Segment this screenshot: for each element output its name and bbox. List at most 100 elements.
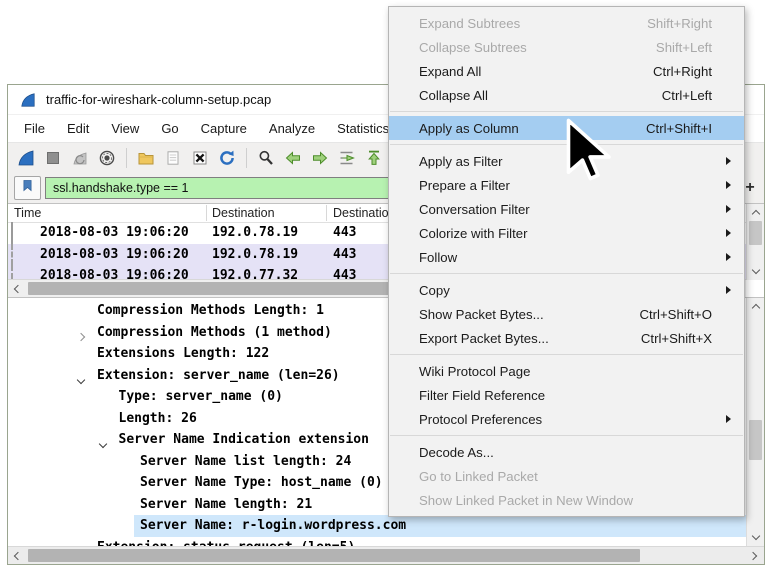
- scrollbar-thumb[interactable]: [28, 549, 640, 562]
- detail-row-text: Extension: status_request (len=5): [97, 537, 355, 547]
- menu-item-shortcut: Shift+Left: [656, 40, 734, 55]
- menu-item-label: Show Packet Bytes...: [419, 307, 544, 322]
- menu-item-shortcut: Ctrl+Right: [653, 64, 734, 79]
- menu-item-label: Follow: [419, 250, 457, 265]
- scrollbar-thumb[interactable]: [749, 221, 762, 245]
- go-forward-icon[interactable]: [310, 148, 330, 168]
- detail-row-text: Compression Methods Length: 1: [97, 300, 324, 322]
- detail-row-text: Server Name list length: 24: [140, 451, 351, 473]
- submenu-arrow-icon: [726, 286, 731, 294]
- toolbar-separator: [246, 148, 247, 168]
- expander-expanded-icon[interactable]: [78, 372, 84, 387]
- menu-item-colorize-with-filter[interactable]: Colorize with Filter: [389, 221, 744, 245]
- detail-row-text: Server Name: r-login.wordpress.com: [134, 515, 746, 537]
- scroll-left-icon[interactable]: [8, 280, 25, 297]
- expander-collapsed-icon[interactable]: [78, 329, 84, 344]
- menu-item-decode-as[interactable]: Decode As...: [389, 440, 744, 464]
- expander-expanded-icon[interactable]: [100, 436, 106, 451]
- menu-item-label: Export Packet Bytes...: [419, 331, 549, 346]
- open-file-icon[interactable]: [136, 148, 156, 168]
- detail-tree-row[interactable]: Extension: status_request (len=5): [8, 537, 746, 547]
- context-menu: Expand SubtreesShift+RightCollapse Subtr…: [388, 6, 745, 517]
- menu-item-label: Protocol Preferences: [419, 412, 542, 427]
- go-to-packet-icon[interactable]: [337, 148, 357, 168]
- wireshark-fin-start-icon[interactable]: [16, 148, 36, 168]
- cell-destination: 192.0.78.19: [212, 222, 298, 244]
- related-packet-marker: [11, 265, 13, 280]
- wireshark-logo-icon: [18, 90, 38, 110]
- submenu-arrow-icon: [726, 415, 731, 423]
- menu-item-label: Copy: [419, 283, 450, 298]
- cell-destination-port: 443: [333, 265, 356, 280]
- details-vertical-scrollbar[interactable]: [746, 298, 764, 546]
- menu-item-go-to-linked-packet[interactable]: Go to Linked Packet: [389, 464, 744, 488]
- scroll-right-icon[interactable]: [746, 547, 763, 564]
- filter-bookmark-button[interactable]: [14, 176, 41, 200]
- menu-item-apply-as-column[interactable]: Apply as ColumnCtrl+Shift+I: [389, 116, 744, 140]
- menubar-item-capture[interactable]: Capture: [190, 115, 258, 142]
- reload-file-icon[interactable]: [217, 148, 237, 168]
- column-header-time[interactable]: Time: [14, 204, 41, 222]
- restart-capture-icon[interactable]: [70, 148, 90, 168]
- menu-item-shortcut: Ctrl+Left: [662, 88, 734, 103]
- related-packet-marker: [11, 244, 13, 266]
- menu-item-label: Colorize with Filter: [419, 226, 527, 241]
- menu-item-collapse-subtrees[interactable]: Collapse SubtreesShift+Left: [389, 35, 744, 59]
- menu-item-protocol-preferences[interactable]: Protocol Preferences: [389, 407, 744, 431]
- menu-item-filter-field-reference[interactable]: Filter Field Reference: [389, 383, 744, 407]
- scroll-up-icon[interactable]: [747, 298, 764, 315]
- menu-item-collapse-all[interactable]: Collapse All Ctrl+Left: [389, 83, 744, 107]
- packet-list-vertical-scrollbar[interactable]: [746, 204, 764, 280]
- detail-tree-row[interactable]: Server Name: r-login.wordpress.com: [8, 515, 746, 537]
- menubar-item-view[interactable]: View: [100, 115, 150, 142]
- menu-item-copy[interactable]: Copy: [389, 278, 744, 302]
- find-packet-icon[interactable]: [256, 148, 276, 168]
- menu-item-follow[interactable]: Follow: [389, 245, 744, 269]
- menubar-item-analyze[interactable]: Analyze: [258, 115, 326, 142]
- scroll-down-icon[interactable]: [747, 529, 764, 546]
- menu-item-conversation-filter[interactable]: Conversation Filter: [389, 197, 744, 221]
- detail-row-text: Extension: server_name (len=26): [97, 365, 340, 387]
- menu-item-label: Wiki Protocol Page: [419, 364, 530, 379]
- capture-options-icon[interactable]: [97, 148, 117, 168]
- submenu-arrow-icon: [726, 157, 731, 165]
- menu-item-label: Show Linked Packet in New Window: [419, 493, 633, 508]
- menu-item-label: Collapse All: [419, 88, 488, 103]
- submenu-arrow-icon: [726, 229, 731, 237]
- details-horizontal-scrollbar[interactable]: [8, 546, 764, 564]
- stop-capture-icon[interactable]: [43, 148, 63, 168]
- scrollbar-thumb[interactable]: [749, 420, 762, 460]
- menu-item-expand-all[interactable]: Expand AllCtrl+Right: [389, 59, 744, 83]
- scroll-up-icon[interactable]: [747, 204, 764, 221]
- window-title: traffic-for-wireshark-column-setup.pcap: [46, 92, 271, 107]
- save-file-icon[interactable]: [163, 148, 183, 168]
- menu-item-show-linked-packet-in-new-window[interactable]: Show Linked Packet in New Window: [389, 488, 744, 512]
- menu-item-shortcut: Ctrl+Shift+X: [641, 331, 734, 346]
- menu-item-shortcut: Ctrl+Shift+I: [646, 121, 734, 136]
- close-file-icon[interactable]: [190, 148, 210, 168]
- column-header-destination[interactable]: Destination: [212, 204, 275, 222]
- menu-item-expand-subtrees[interactable]: Expand SubtreesShift+Right: [389, 11, 744, 35]
- menubar-item-file[interactable]: File: [13, 115, 56, 142]
- menu-item-wiki-protocol-page[interactable]: Wiki Protocol Page: [389, 359, 744, 383]
- column-divider[interactable]: [206, 205, 207, 221]
- menubar-item-go[interactable]: Go: [150, 115, 189, 142]
- detail-row-text: Length: 26: [119, 408, 197, 430]
- menu-item-label: Prepare a Filter: [419, 178, 510, 193]
- menu-item-prepare-a-filter[interactable]: Prepare a Filter: [389, 173, 744, 197]
- toolbar-separator: [126, 148, 127, 168]
- go-back-icon[interactable]: [283, 148, 303, 168]
- menu-item-label: Conversation Filter: [419, 202, 530, 217]
- menu-separator: [390, 273, 743, 274]
- menu-item-show-packet-bytes[interactable]: Show Packet Bytes...Ctrl+Shift+O: [389, 302, 744, 326]
- menu-item-shortcut: Shift+Right: [647, 16, 734, 31]
- scroll-left-icon[interactable]: [8, 547, 25, 564]
- menu-item-export-packet-bytes[interactable]: Export Packet Bytes... Ctrl+Shift+X: [389, 326, 744, 350]
- go-first-packet-icon[interactable]: [364, 148, 384, 168]
- column-divider[interactable]: [326, 205, 327, 221]
- scroll-down-icon[interactable]: [747, 263, 764, 280]
- menu-item-apply-as-filter[interactable]: Apply as Filter: [389, 149, 744, 173]
- detail-row-text: Type: server_name (0): [119, 386, 283, 408]
- menubar-item-edit[interactable]: Edit: [56, 115, 100, 142]
- submenu-arrow-icon: [726, 181, 731, 189]
